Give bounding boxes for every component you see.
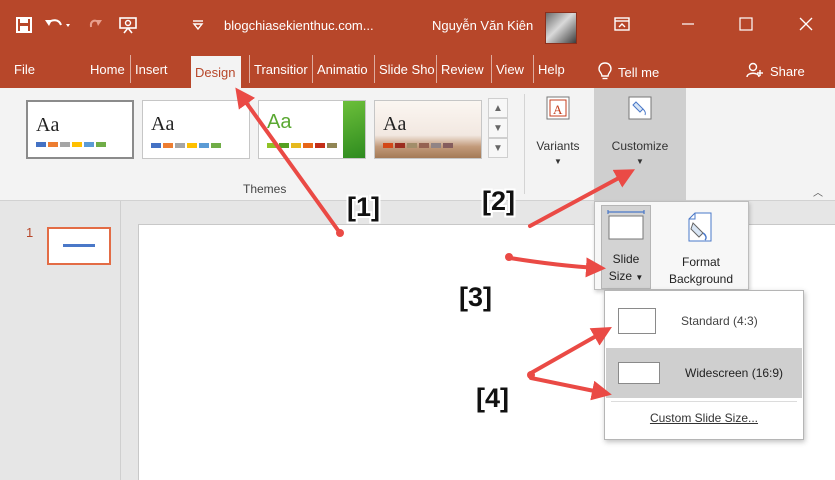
- tab-design[interactable]: Design: [191, 56, 241, 88]
- tab-help[interactable]: Help: [533, 55, 577, 83]
- title-bar: blogchiasekienthuc.com... Nguyễn Văn Kiê…: [0, 0, 835, 50]
- theme-color-bars: [267, 143, 337, 148]
- tab-file[interactable]: File: [10, 55, 46, 83]
- document-title: blogchiasekienthuc.com...: [224, 18, 374, 33]
- theme-sample-text: Aa: [383, 113, 407, 135]
- customize-button[interactable]: Customize ▼: [598, 96, 682, 166]
- share-button[interactable]: Share: [746, 62, 805, 81]
- theme-color-bars: [383, 143, 453, 148]
- theme-color-bars: [36, 142, 106, 147]
- theme-wood-type[interactable]: Aa: [374, 100, 482, 159]
- standard-preview-icon: [618, 308, 656, 334]
- save-icon[interactable]: [12, 12, 36, 38]
- pane-divider: [120, 201, 121, 480]
- theme-sample-text: Aa: [151, 113, 175, 135]
- user-name[interactable]: Nguyễn Văn Kiên: [432, 18, 533, 33]
- tab-insert[interactable]: Insert: [130, 55, 181, 83]
- customize-icon: [628, 96, 652, 123]
- lightbulb-icon: [598, 62, 612, 83]
- themes-gallery-scroll: ▲ ▼ ▼: [488, 98, 508, 160]
- slide-size-label-line2: Size ▼: [609, 268, 644, 286]
- custom-slide-size-label: Custom Slide Size...: [649, 411, 759, 425]
- customize-qat-icon[interactable]: [188, 12, 208, 38]
- maximize-icon[interactable]: [726, 10, 766, 38]
- ribbon-tab-bar: File Home Insert Design Transitior Anima…: [0, 50, 835, 88]
- marker-4: [4]: [476, 383, 509, 413]
- gallery-down-button[interactable]: ▼: [488, 118, 508, 138]
- marker-3: [3]: [459, 282, 492, 312]
- share-label: Share: [770, 64, 805, 79]
- tab-transitions[interactable]: Transitior: [249, 55, 311, 83]
- design-ribbon: Aa Aa Aa Aa ▲ ▼ ▼ Themes A Variants ▼ Cu…: [0, 88, 835, 201]
- format-background-icon: [685, 211, 717, 248]
- format-background-label-line1: Format: [681, 255, 720, 269]
- collapse-ribbon-icon[interactable]: ︿: [813, 184, 823, 199]
- share-icon: [746, 62, 764, 81]
- gallery-more-button[interactable]: ▼: [488, 138, 508, 158]
- avatar[interactable]: [545, 12, 577, 44]
- tab-view[interactable]: View: [491, 55, 533, 83]
- slide-size-menu: Standard (4:3) Widescreen (16:9) Custom …: [604, 290, 804, 440]
- themes-group-label: Themes: [243, 182, 287, 196]
- theme-sample-text: Aa: [36, 114, 60, 136]
- gallery-up-button[interactable]: ▲: [488, 98, 508, 118]
- variants-button[interactable]: A Variants ▼: [532, 96, 584, 166]
- custom-slide-size-option[interactable]: Custom Slide Size...: [605, 411, 803, 425]
- menu-separator: [611, 401, 797, 402]
- customize-dropdown: Slide Size ▼ Format Background: [594, 201, 749, 290]
- chevron-down-icon: ▼: [635, 273, 644, 282]
- svg-text:A: A: [553, 102, 563, 117]
- marker-1: [1]: [347, 192, 380, 222]
- ribbon-display-icon[interactable]: [602, 10, 642, 38]
- customize-label: Customize: [611, 139, 669, 153]
- minimize-icon[interactable]: [668, 10, 708, 38]
- slide-size-label-line1: Slide: [612, 252, 640, 266]
- slide-number: 1: [26, 225, 34, 240]
- format-background-button[interactable]: Format Background: [657, 205, 745, 289]
- theme-office-2[interactable]: Aa: [142, 100, 250, 159]
- chevron-down-icon: ▼: [554, 157, 562, 166]
- format-background-label-line2: Background: [668, 272, 734, 286]
- slide-size-button[interactable]: Slide Size ▼: [601, 205, 651, 289]
- tab-home[interactable]: Home: [86, 55, 130, 83]
- close-icon[interactable]: [786, 10, 826, 38]
- slide-thumbnail-pane: 1: [0, 201, 120, 480]
- standard-size-option[interactable]: Standard (4:3): [606, 296, 802, 346]
- theme-sample-text: Aa: [267, 111, 292, 133]
- present-icon[interactable]: [114, 12, 142, 38]
- marker-2: [2]: [482, 186, 515, 216]
- slide-size-icon: [606, 210, 646, 245]
- widescreen-size-label: Widescreen (16:9): [685, 366, 784, 380]
- theme-facet[interactable]: Aa: [258, 100, 366, 159]
- tab-animations[interactable]: Animatio: [312, 55, 372, 83]
- undo-icon[interactable]: [42, 12, 76, 38]
- theme-facet-accent: [343, 101, 365, 158]
- tab-review[interactable]: Review: [436, 55, 491, 83]
- tab-slide-show[interactable]: Slide Sho: [374, 55, 435, 83]
- widescreen-preview-icon: [618, 362, 660, 384]
- tell-me-box[interactable]: Tell me: [598, 62, 659, 83]
- tell-me-label: Tell me: [618, 65, 660, 80]
- redo-icon[interactable]: [84, 12, 106, 38]
- variants-icon: A: [546, 96, 570, 123]
- slide-size-label-text: Size: [608, 269, 633, 283]
- chevron-down-icon: ▼: [636, 157, 644, 166]
- theme-office[interactable]: Aa: [26, 100, 134, 159]
- theme-color-bars: [151, 143, 221, 148]
- slide-thumbnail[interactable]: [47, 227, 111, 265]
- widescreen-size-option[interactable]: Widescreen (16:9): [606, 348, 802, 398]
- variants-label: Variants: [536, 139, 580, 153]
- standard-size-label: Standard (4:3): [681, 314, 758, 328]
- group-divider: [524, 94, 525, 194]
